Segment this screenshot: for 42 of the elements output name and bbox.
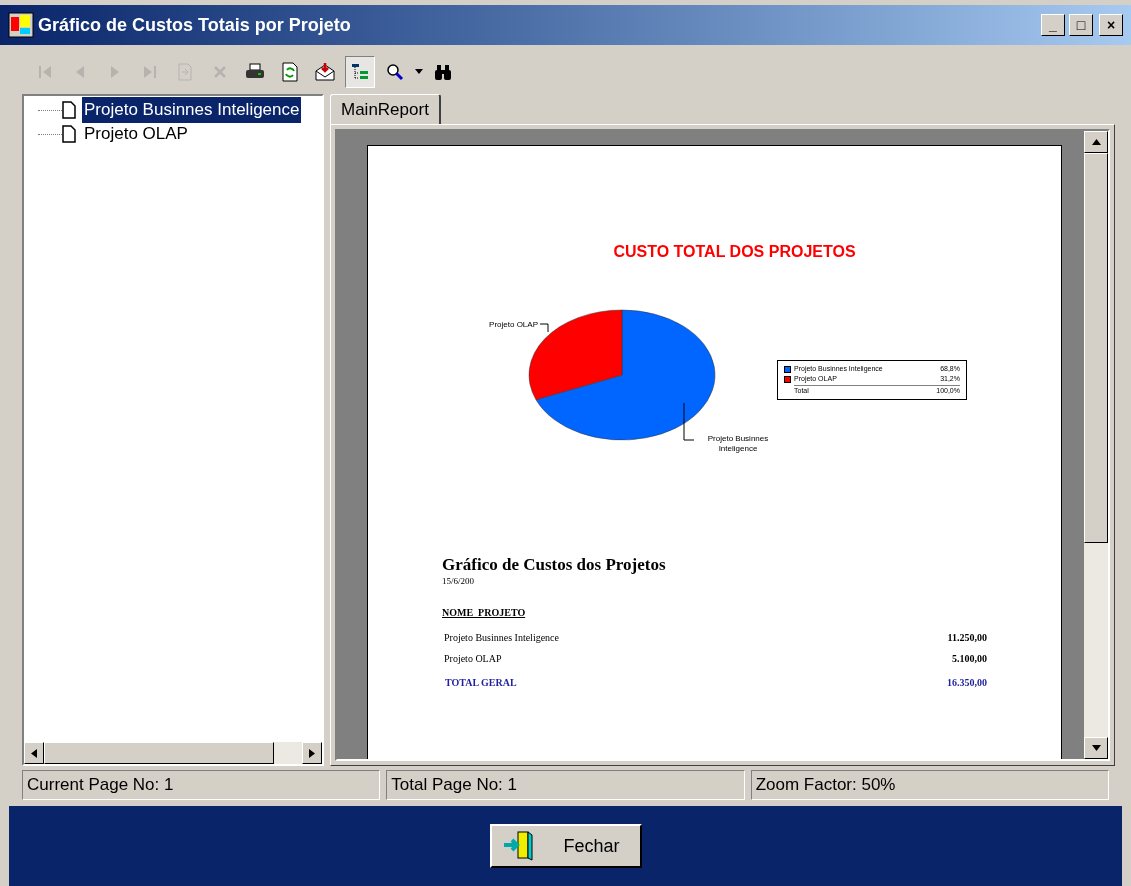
vertical-scrollbar[interactable] [1084, 131, 1108, 759]
status-field: Zoom Factor: 50% [750, 770, 1109, 800]
leader-line [539, 323, 549, 333]
leader-line [683, 402, 695, 441]
column-header: NOME_PROJETO [442, 606, 526, 618]
total-value: 16.350,00 [947, 675, 987, 690]
close-button[interactable]: Fechar [489, 824, 642, 868]
refresh-page-icon [279, 61, 301, 83]
toolbar-button[interactable] [345, 56, 375, 88]
window-title: Gráfico de Custos Totais por Projeto [38, 13, 352, 37]
document-icon [62, 125, 76, 143]
total-label: TOTAL GERAL [445, 675, 517, 690]
down-arrow-icon [1091, 745, 1101, 751]
document-icon [62, 101, 76, 119]
table-cell-text: 11.250,00 [947, 630, 987, 645]
dropdown-arrow-icon[interactable] [415, 69, 423, 75]
magnifier-icon [384, 61, 406, 83]
minimize-button[interactable]: _ [1041, 14, 1065, 36]
status-field: Total Page No: 1 [386, 770, 745, 800]
exit-door-icon [501, 829, 536, 863]
chart-title: CUSTO TOTAL DOS PROJETOS [612, 242, 857, 262]
horizontal-scrollbar[interactable] [24, 742, 322, 764]
envelope-icon [314, 61, 336, 83]
maximize-button[interactable]: □ [1069, 14, 1093, 36]
close-button[interactable]: × [1099, 14, 1123, 36]
tree-item[interactable]: Projeto Businnes Inteligence [82, 97, 302, 123]
status-field: Current Page No: 1 [22, 770, 381, 800]
tree-item[interactable]: Projeto OLAP [82, 121, 190, 147]
report-title: Gráfico de Custos dos Projetos [442, 554, 667, 576]
table-cell-text: Projeto OLAP [444, 651, 502, 666]
pie-label: Projeto Businnes Inteligence [707, 434, 769, 453]
pie-label: Projeto OLAP [489, 320, 538, 329]
app-icon [8, 12, 34, 38]
up-arrow-icon [1091, 139, 1101, 145]
left-arrow-icon [31, 748, 37, 758]
next-page-icon [111, 66, 119, 78]
report-date: 15/6/200 [442, 575, 475, 589]
table-cell-text: 5.100,00 [952, 651, 987, 666]
table-cell-text: Projeto Businnes Inteligence [444, 630, 559, 645]
right-arrow-icon [309, 748, 315, 758]
report-tab[interactable]: MainReport [330, 94, 441, 124]
previous-page-icon [76, 66, 84, 78]
